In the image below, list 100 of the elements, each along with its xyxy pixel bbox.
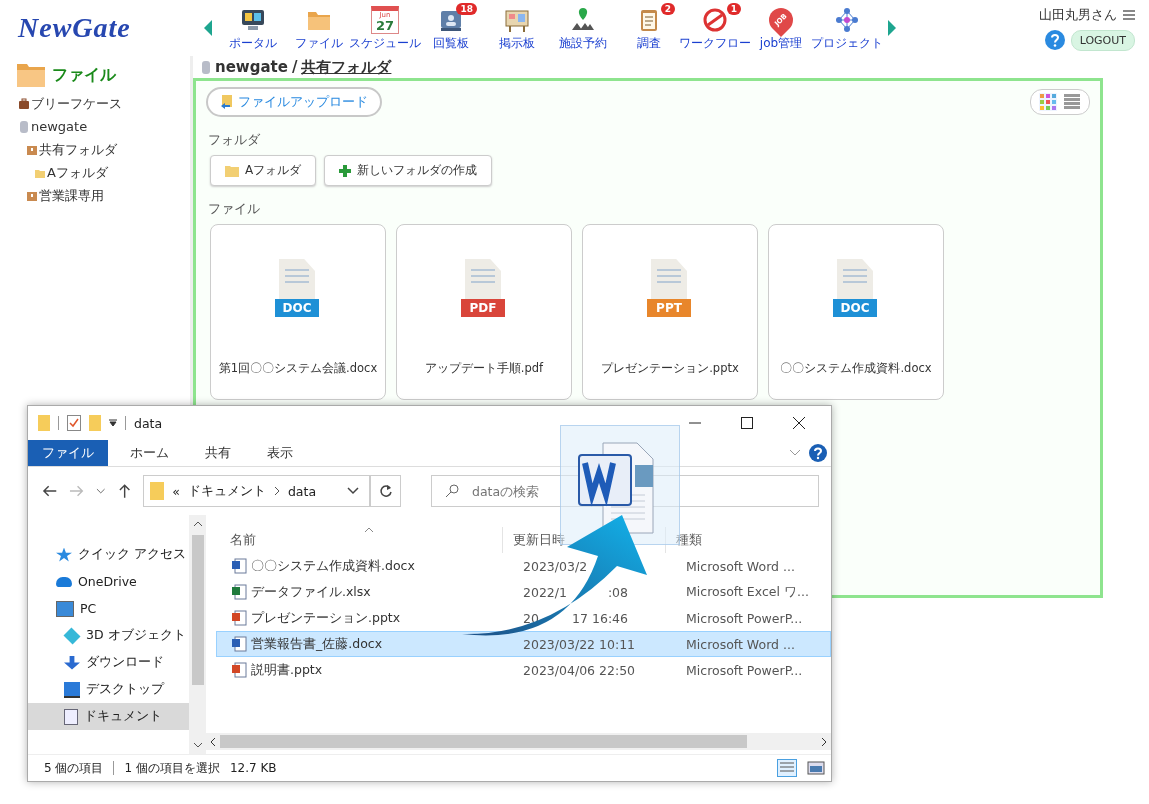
tree-item[interactable]: newgate [31, 119, 88, 134]
details-view-icon[interactable] [777, 759, 797, 777]
tree-item[interactable]: 営業課専用 [39, 186, 104, 205]
folder-icon [225, 164, 239, 177]
list-view-button[interactable] [1063, 93, 1081, 111]
sort-caret-icon[interactable] [364, 527, 374, 533]
file-row[interactable]: データファイル.xlsx 2022/1 :08 Microsoft Excel ワ... [216, 579, 831, 605]
column-header[interactable]: 種類 [665, 527, 831, 553]
file-type-label: PDF [461, 299, 505, 317]
modified-date: 2022/1 [523, 584, 567, 600]
nav-item[interactable]: 1 ワークフロー [682, 2, 748, 54]
file-type: Microsoft Word ... [685, 636, 796, 652]
column-header[interactable]: 名前 [206, 527, 502, 553]
next-arrow-icon[interactable] [886, 19, 898, 37]
file-name: データファイル.xlsx [251, 583, 371, 601]
scroll-left-icon[interactable] [210, 736, 216, 747]
folder-icon [38, 415, 50, 431]
maximize-icon[interactable] [741, 417, 753, 429]
count-badge: 1 [726, 2, 741, 15]
file-name: 〇〇システム作成資料.docx [780, 361, 932, 376]
horizontal-scrollbar[interactable] [206, 733, 831, 750]
word-document-icon [231, 636, 247, 652]
cloud-icon [56, 576, 72, 587]
briefcase-icon [18, 97, 30, 110]
nav-item[interactable]: 施設予約 [550, 2, 616, 54]
path-segment[interactable]: data [287, 483, 317, 499]
count-badge: 2 [660, 2, 675, 15]
box-icon [26, 189, 38, 202]
nav-item[interactable]: ポータル [220, 2, 286, 54]
scroll-right-icon[interactable] [821, 736, 827, 747]
nav-pane-item[interactable]: ドキュメント [28, 703, 189, 730]
file-type: Microsoft PowerP... [685, 610, 804, 626]
nav-pane-item[interactable]: PC [28, 595, 189, 622]
word-document-icon [231, 558, 247, 574]
nav-pane-item[interactable]: ダウンロード [28, 649, 189, 676]
new-folder-button[interactable]: 新しいフォルダの作成 [324, 155, 493, 186]
file-type: Microsoft Excel ワ... [685, 583, 810, 601]
calendar-day: 27 [375, 18, 395, 33]
file-row[interactable]: 営業報告書_佐藤.docx 2023/03/22 10:11 Microsoft Word ... [216, 631, 831, 657]
logo: NewGate [18, 12, 132, 44]
scroll-up-icon[interactable] [192, 521, 203, 527]
folder-icon [150, 482, 165, 500]
vertical-scrollbar[interactable] [189, 515, 206, 754]
ribbon-tab[interactable]: ホーム [116, 440, 183, 466]
status-text: 12.7 KB [229, 761, 277, 775]
refresh-button[interactable] [370, 475, 401, 507]
nav-item[interactable]: 掲示板 [484, 2, 550, 54]
user-name: 山田丸男さん [1039, 5, 1117, 24]
breadcrumb-root: newgate [215, 58, 288, 76]
modified-date: 17 16:46 [572, 610, 628, 626]
nav-pane-item[interactable]: デスクトップ [28, 676, 189, 703]
ribbon-tab[interactable]: 共有 [191, 440, 245, 466]
file-name: アップデート手順.pdf [424, 361, 544, 376]
nav-pane-item[interactable]: OneDrive [28, 568, 189, 595]
tree-item[interactable]: ブリーフケース [31, 94, 122, 113]
folder-button[interactable]: Aフォルダ [210, 155, 317, 186]
grid-view-button[interactable] [1039, 93, 1057, 111]
modified-date: :08 [607, 584, 628, 600]
file-card[interactable]: PDF アップデート手順.pdf [396, 224, 572, 400]
thumbnail-view-icon[interactable] [807, 761, 825, 775]
close-icon[interactable] [793, 417, 805, 429]
upload-button[interactable]: ファイルアップロード [206, 87, 382, 117]
nav-pane-item[interactable]: 3D オブジェクト [28, 622, 189, 649]
section-title: ファイル [52, 64, 116, 86]
forward-arrow-icon[interactable] [69, 484, 85, 498]
file-card[interactable]: PPT プレゼンテーション.pptx [582, 224, 758, 400]
ribbon-tab[interactable]: ファイル [28, 440, 108, 466]
file-name: 営業報告書_佐藤.docx [251, 635, 383, 653]
file-row[interactable]: 〇〇システム作成資料.docx 2023/03/2 Microsoft Word ... [216, 553, 831, 579]
nav-pane-item[interactable]: クイック アクセス [28, 541, 189, 568]
menu-icon[interactable] [1123, 9, 1135, 20]
file-row[interactable]: 説明書.pptx 2023/04/06 22:50 Microsoft PowerP... [216, 657, 831, 683]
file-card[interactable]: DOC 第1回〇〇システム会議.docx [210, 224, 386, 400]
path-segment[interactable]: ドキュメント [187, 482, 266, 500]
modified-date: 2023/04/06 22:50 [523, 662, 636, 678]
tree-item[interactable]: Aフォルダ [47, 163, 108, 182]
spreadsheet-icon [231, 584, 247, 600]
up-arrow-icon[interactable] [117, 483, 132, 499]
file-row[interactable]: プレゼンテーション.pptx 20 17 16:46 Microsoft PowerP... [216, 605, 831, 631]
back-arrow-icon[interactable] [42, 484, 58, 498]
nav-item[interactable]: プロジェクト [814, 2, 880, 54]
help-icon[interactable] [809, 444, 827, 462]
previous-arrow-icon[interactable] [202, 19, 214, 37]
file-type-label: DOC [275, 299, 319, 317]
scroll-down-icon[interactable] [192, 742, 203, 748]
presentation-icon [231, 610, 247, 626]
ribbon-tab[interactable]: 表示 [253, 440, 307, 466]
dropdown-icon[interactable] [109, 419, 117, 427]
section-label: ファイル [208, 200, 261, 218]
chevron-down-icon[interactable] [347, 487, 360, 495]
modified-date: 20 [523, 610, 539, 626]
plus-icon [339, 164, 352, 177]
breadcrumb-link[interactable]: 共有フォルダ [301, 57, 392, 77]
address-bar[interactable]: « ドキュメント data [143, 475, 371, 507]
file-name: 説明書.pptx [251, 661, 323, 679]
server-icon [18, 120, 30, 133]
logout-button[interactable]: LOGOUT [1070, 29, 1135, 51]
help-icon[interactable] [1044, 30, 1065, 50]
file-card[interactable]: DOC 〇〇システム作成資料.docx [768, 224, 944, 400]
tree-item[interactable]: 共有フォルダ [39, 140, 117, 159]
